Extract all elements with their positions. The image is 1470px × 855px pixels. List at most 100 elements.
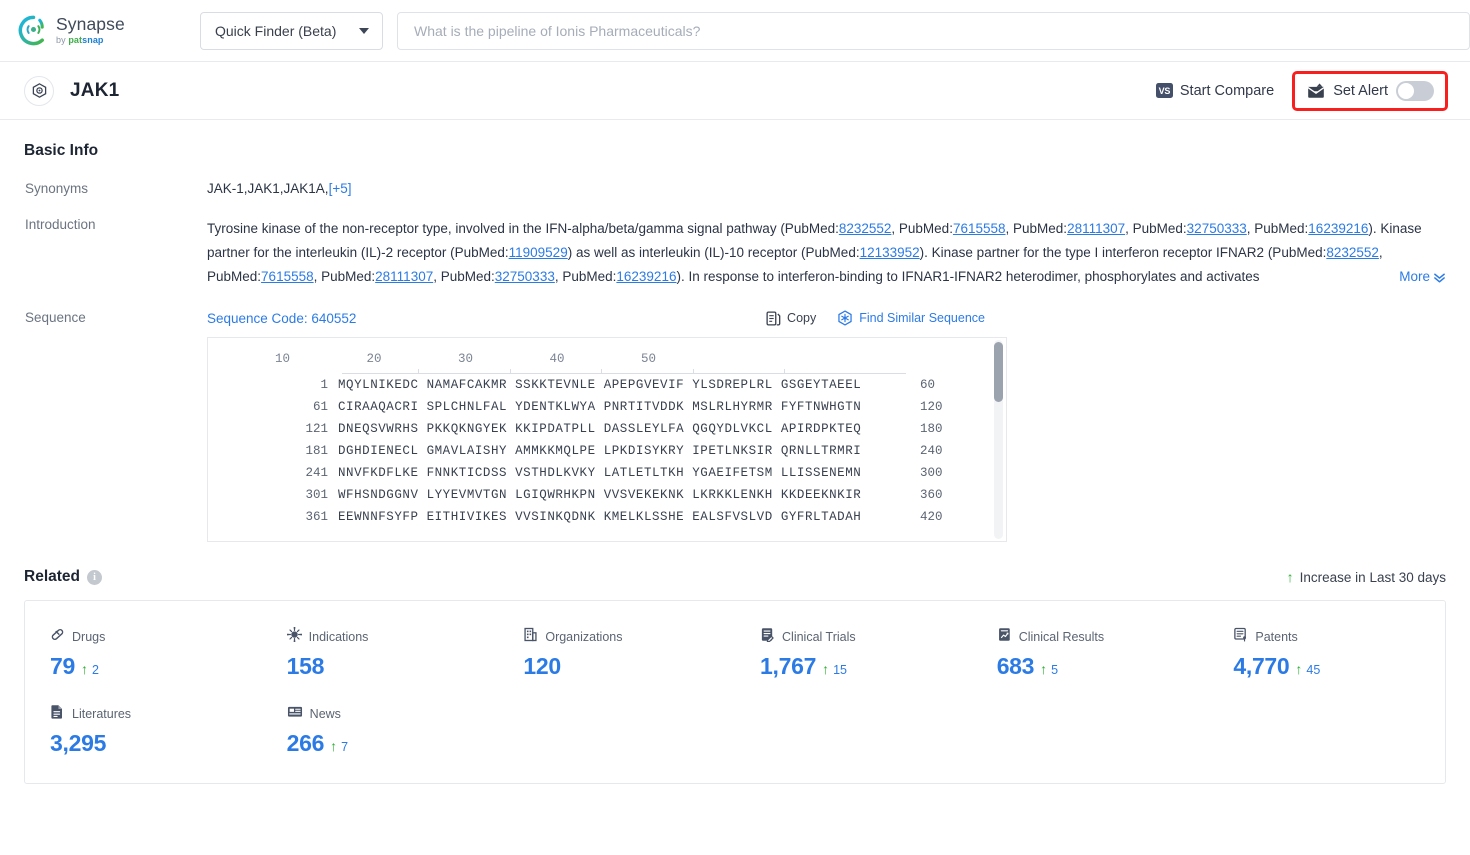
introduction-row: Introduction Tyrosine kinase of the non-…	[24, 217, 1446, 289]
pubmed-link[interactable]: 28111307	[375, 269, 433, 284]
sequence-residues: MQYLNIKEDC NAMAFCAKMR SSKKTEVNLE APEPGVE…	[338, 378, 862, 392]
introduction-text-fragment: , PubMed:	[1125, 221, 1187, 236]
related-stat-value[interactable]: 266	[287, 730, 325, 757]
sequence-row: Sequence Sequence Code: 640552 Copy Find…	[24, 310, 1446, 542]
copy-sequence-button[interactable]: Copy	[766, 310, 817, 326]
sequence-scrollbar-thumb[interactable]	[994, 342, 1003, 402]
sequence-start-index: 1	[320, 378, 328, 392]
related-stat-cell[interactable]: Drugs 79 ↑ 2	[25, 627, 262, 680]
related-stat-cell[interactable]: Literatures 3,295	[25, 704, 262, 757]
related-stat-cell[interactable]: Organizations 120	[498, 627, 735, 680]
literature-icon	[50, 704, 65, 724]
pubmed-link[interactable]: 12133952	[860, 245, 920, 260]
copy-icon	[766, 310, 781, 326]
sequence-start-index: 121	[305, 422, 328, 436]
start-compare-button[interactable]: VS Start Compare	[1155, 83, 1274, 99]
related-stat-values: 120	[523, 653, 735, 680]
sequence-residues: EEWNNFSYFP EITHIVIKES VVSINKQDNK KMELKLS…	[338, 510, 862, 524]
related-stat-header: News	[287, 704, 499, 724]
introduction-label: Introduction	[25, 217, 96, 232]
increase-legend-label: Increase in Last 30 days	[1299, 569, 1446, 585]
introduction-text-fragment: , PubMed:	[891, 221, 953, 236]
synapse-logo[interactable]: Synapse by patsnap	[18, 15, 170, 46]
sequence-line: 181 DGHDIENECL GMAVLAISHY AMMKKMQLPE LPKD…	[208, 440, 1006, 462]
set-alert-button[interactable]: Set Alert	[1292, 70, 1448, 111]
related-stat-cell[interactable]: Clinical Trials 1,767 ↑ 15	[735, 627, 972, 680]
related-stat-values: 158	[287, 653, 499, 680]
find-similar-sequence-button[interactable]: Find Similar Sequence	[837, 310, 985, 326]
sequence-line: 121 DNEQSVWRHS PKKQKNGYEK KKIPDATPLL DASS…	[208, 418, 1006, 440]
related-stat-value[interactable]: 79	[50, 653, 75, 680]
synonyms-more-link[interactable]: [+5]	[329, 181, 352, 196]
copy-label: Copy	[787, 311, 817, 325]
related-stat-delta: ↑ 5	[1040, 662, 1058, 677]
related-stat-value[interactable]: 158	[287, 653, 325, 680]
pubmed-link[interactable]: 16239216	[616, 269, 676, 284]
sequence-line: 241 NNVFKDFLKE FNNKTICDSS VSTHDLKVKY LATL…	[208, 462, 1006, 484]
synonyms-row: Synonyms JAK-1,JAK1,JAK1A,[+5]	[24, 181, 1446, 196]
related-stat-values: 3,295	[50, 730, 262, 757]
pubmed-link[interactable]: 8232552	[1326, 245, 1379, 260]
sequence-end-index: 120	[920, 400, 943, 414]
pubmed-link[interactable]: 11909529	[509, 245, 568, 260]
introduction-text-fragment: , PubMed:	[1005, 221, 1068, 236]
set-alert-toggle[interactable]	[1396, 80, 1434, 101]
related-stat-cell[interactable]: Indications 158	[262, 626, 499, 680]
search-input[interactable]	[412, 12, 1455, 49]
target-icon	[24, 75, 54, 106]
related-stat-delta: ↑ 45	[1295, 662, 1320, 677]
pubmed-link[interactable]: 32750333	[495, 269, 555, 284]
related-stat-cell[interactable]: News 266 ↑ 7	[262, 704, 499, 757]
pubmed-link[interactable]: 28111307	[1067, 221, 1125, 236]
related-stat-header: Indications	[286, 626, 499, 647]
building-icon	[523, 627, 538, 647]
related-stat-value[interactable]: 1,767	[760, 653, 816, 680]
introduction-text-fragment: ). In response to interferon-binding to …	[676, 269, 1260, 284]
chevron-down-icon	[359, 27, 369, 34]
search-bar[interactable]	[397, 11, 1470, 50]
up-arrow-icon: ↑	[822, 661, 830, 677]
sequence-end-index: 300	[920, 466, 943, 480]
pubmed-link[interactable]: 16239216	[1308, 221, 1368, 236]
related-stat-cell[interactable]: Patents 4,770 ↑ 45	[1208, 627, 1445, 680]
related-stat-value[interactable]: 3,295	[50, 730, 106, 757]
up-arrow-icon: ↑	[80, 661, 88, 677]
sequence-line: 361 EEWNNFSYFP EITHIVIKES VVSINKQDNK KMEL…	[208, 506, 1006, 528]
related-stat-header: Clinical Results	[997, 627, 1209, 647]
sequence-scrollbar[interactable]	[994, 340, 1003, 539]
introduction-more-button[interactable]: More	[1373, 265, 1446, 289]
set-alert-label: Set Alert	[1333, 82, 1388, 99]
clinical-results-icon	[997, 627, 1012, 647]
pubmed-link[interactable]: 7615558	[953, 221, 1006, 236]
clinical-trials-icon	[760, 627, 775, 647]
related-stat-cell[interactable]: Clinical Results 683 ↑ 5	[972, 627, 1209, 680]
up-arrow-icon: ↑	[1040, 661, 1048, 677]
sequence-start-index: 61	[312, 400, 328, 414]
sequence-viewer[interactable]: 10 20 30 40 50 1 MQYLNIKEDC NAMAFCAKMR SSKKTE…	[207, 337, 1007, 542]
pill-icon	[50, 627, 65, 647]
related-stat-header: Drugs	[50, 627, 262, 647]
sequence-tools: Copy Find Similar Sequence	[766, 310, 1446, 326]
pubmed-link[interactable]: 7615558	[261, 269, 314, 284]
related-stat-delta-value: 2	[91, 663, 99, 677]
related-stat-delta-value: 15	[833, 663, 847, 677]
pubmed-link[interactable]: 32750333	[1187, 221, 1247, 236]
related-stat-delta-value: 7	[341, 740, 349, 754]
up-arrow-icon: ↑	[330, 738, 338, 754]
related-stat-header: Clinical Trials	[760, 627, 972, 647]
related-stat-value[interactable]: 120	[523, 653, 561, 680]
introduction-text-fragment: ) as well as interleukin (IL)-10 recepto…	[567, 245, 860, 260]
related-stat-value[interactable]: 4,770	[1233, 653, 1289, 680]
related-stat-value[interactable]: 683	[997, 653, 1035, 680]
pubmed-link[interactable]: 8232552	[839, 221, 892, 236]
info-icon[interactable]: i	[87, 569, 102, 585]
ruler-tick: 10	[275, 352, 291, 366]
virus-icon	[286, 626, 302, 647]
sequence-ruler-line	[342, 369, 906, 374]
related-stat-label: Drugs	[72, 630, 106, 644]
sequence-header: Sequence Code: 640552 Copy Find Similar …	[207, 310, 1446, 326]
quick-finder-select[interactable]: Quick Finder (Beta)	[200, 11, 383, 50]
sequence-code-link[interactable]: Sequence Code: 640552	[207, 311, 356, 326]
introduction-text-fragment: ). Kinase partner for the type I interfe…	[919, 245, 1327, 260]
related-stat-label: Clinical Results	[1018, 630, 1105, 644]
